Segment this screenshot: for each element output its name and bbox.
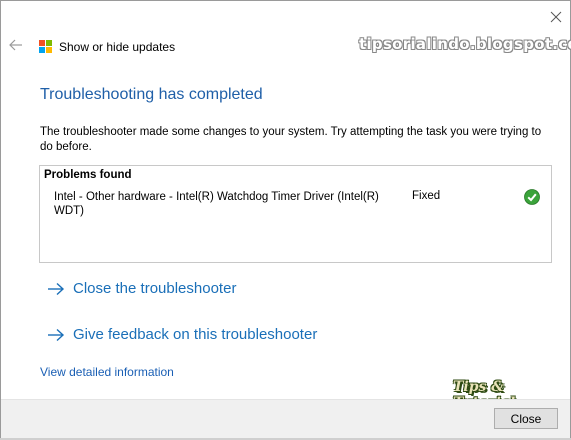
close-window-icon[interactable] bbox=[546, 7, 566, 27]
back-arrow-icon[interactable] bbox=[8, 37, 24, 53]
close-troubleshooter-link[interactable]: Close the troubleshooter bbox=[47, 280, 236, 297]
windows-logo-icon bbox=[39, 40, 53, 54]
problems-found-box: Problems found Intel - Other hardware - … bbox=[39, 165, 552, 263]
arrow-right-icon bbox=[48, 282, 65, 295]
window-title-row: Show or hide updates bbox=[39, 38, 175, 56]
watermark-text: tipsorialindo.blogspot.com bbox=[359, 35, 571, 53]
close-troubleshooter-label[interactable]: Close the troubleshooter bbox=[73, 280, 236, 297]
window-title: Show or hide updates bbox=[59, 40, 176, 54]
close-button[interactable]: Close bbox=[494, 408, 558, 429]
problem-name: Intel - Other hardware - Intel(R) Watchd… bbox=[54, 191, 379, 217]
give-feedback-link[interactable]: Give feedback on this troubleshooter bbox=[47, 326, 317, 343]
page-heading: Troubleshooting has completed bbox=[40, 86, 263, 103]
description-text: The troubleshooter made some changes to … bbox=[40, 126, 542, 153]
dialog-window: Show or hide updates tipsorialindo.blogs… bbox=[0, 0, 571, 440]
problems-found-header: Problems found bbox=[44, 169, 132, 181]
dialog-footer bbox=[1, 399, 570, 440]
problem-status: Fixed bbox=[412, 190, 441, 202]
view-detailed-information-link[interactable]: View detailed information bbox=[40, 365, 174, 379]
give-feedback-label[interactable]: Give feedback on this troubleshooter bbox=[73, 326, 317, 343]
arrow-right-icon bbox=[48, 328, 65, 341]
fixed-check-icon bbox=[524, 189, 540, 205]
